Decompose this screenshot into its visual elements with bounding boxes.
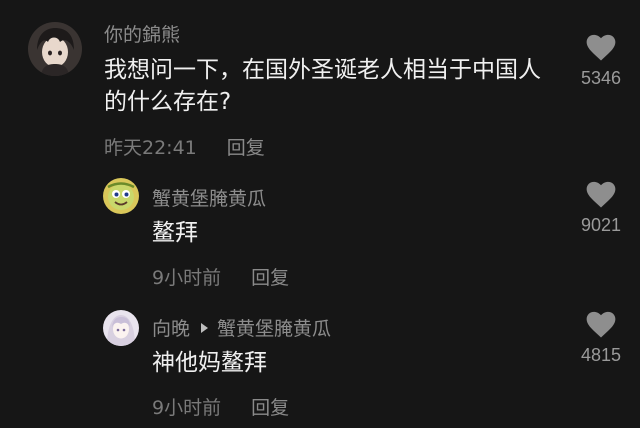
reply-comment: 向晚 蟹黄堡腌黄瓜 神他妈鳌拜 9小时前 回复 4815 (0, 295, 640, 428)
heart-icon (586, 311, 616, 338)
comment-timestamp: 9小时前 (152, 397, 222, 419)
comment-meta: 昨天22:41 回复 (104, 133, 265, 160)
avatar[interactable] (103, 310, 139, 346)
comment-username[interactable]: 你的錦熊 (104, 20, 180, 47)
heart-icon (586, 181, 616, 208)
comment-username[interactable]: 向晚 (152, 318, 190, 340)
avatar[interactable] (103, 178, 139, 214)
comment-meta: 9小时前 回复 (152, 263, 289, 290)
comment-timestamp: 9小时前 (152, 267, 222, 289)
reply-button[interactable]: 回复 (227, 137, 265, 159)
reply-button[interactable]: 回复 (251, 267, 289, 289)
like-count: 4815 (580, 345, 622, 365)
like-button[interactable]: 9021 (569, 181, 633, 236)
avatar[interactable] (28, 22, 82, 76)
like-button[interactable]: 5346 (569, 34, 633, 89)
like-count: 9021 (580, 215, 622, 235)
comment-text: 神他妈鳌拜 (152, 350, 267, 376)
comment-timestamp: 昨天22:41 (104, 137, 197, 159)
anime-boy-avatar-icon (28, 22, 82, 76)
like-button[interactable]: 4815 (569, 311, 633, 366)
comment-text: 我想问一下，在国外圣诞老人相当于中国人的什么存在? (104, 57, 541, 116)
cartoon-face-avatar-icon (103, 178, 139, 214)
comment-username[interactable]: 蟹黄堡腌黄瓜 (152, 184, 266, 211)
reply-arrow-icon (201, 323, 209, 333)
reply-comment: 蟹黄堡腌黄瓜 鳌拜 9小时前 回复 9021 (0, 165, 640, 295)
comment-username-line: 向晚 蟹黄堡腌黄瓜 (152, 314, 331, 341)
comment-top-level: 你的錦熊 我想问一下，在国外圣诞老人相当于中国人的什么存在? 昨天22:41 回复… (0, 0, 640, 165)
comment-meta: 9小时前 回复 (152, 393, 289, 420)
anime-girl-avatar-icon (103, 310, 139, 346)
like-count: 5346 (580, 68, 622, 88)
heart-icon (586, 34, 616, 61)
reply-button[interactable]: 回复 (251, 397, 289, 419)
reply-target-username[interactable]: 蟹黄堡腌黄瓜 (217, 318, 331, 340)
comment-text: 鳌拜 (152, 220, 198, 246)
